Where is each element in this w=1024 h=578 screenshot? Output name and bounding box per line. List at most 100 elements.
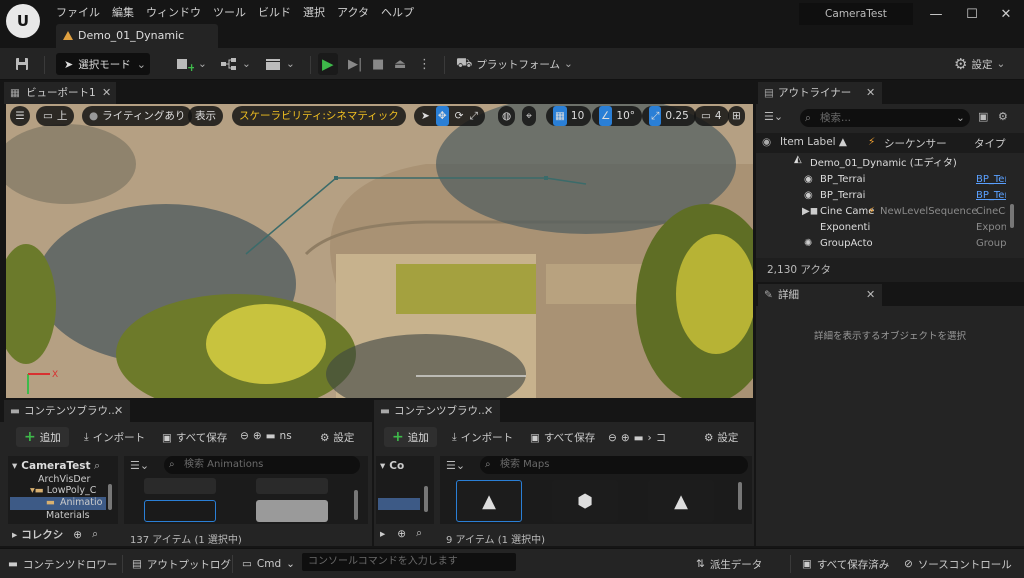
add-folder-button[interactable]: ▣ <box>978 110 988 123</box>
platforms-dropdown[interactable]: ⛟ プラットフォーム ⌄ <box>456 53 573 75</box>
save-all-button[interactable]: ▣ すべて保存 <box>530 430 595 445</box>
add-circle-icon[interactable]: ⊕ <box>397 528 406 540</box>
step-button[interactable]: ▶| <box>348 53 362 75</box>
map-tile[interactable]: ▲ <box>648 480 714 522</box>
play-options-button[interactable]: ⋮ <box>418 53 431 75</box>
view-type-button[interactable]: ▭ 上 <box>36 106 75 126</box>
source-control-button[interactable]: ⊘ ソースコントロール <box>904 555 1012 573</box>
asset-tile[interactable] <box>256 478 328 494</box>
outliner-root-row[interactable]: ◭ Demo_01_Dynamic (エディタ) <box>756 154 1006 170</box>
close-icon[interactable]: ✕ <box>866 284 875 306</box>
map-tile[interactable]: ⬢ <box>552 480 618 522</box>
tree-root[interactable]: ▾ CameraTest <box>12 460 91 472</box>
add-button[interactable]: + 追加 <box>384 427 437 447</box>
outliner-settings-button[interactable]: ⚙ <box>998 110 1008 123</box>
cb2-settings-button[interactable]: ⚙ 設定 <box>704 430 738 445</box>
row-type[interactable]: BP_Terra <box>976 174 1006 185</box>
path-tail[interactable]: コ <box>656 430 667 445</box>
outliner-tab[interactable]: ▤ アウトライナー ✕ <box>758 82 882 104</box>
level-viewport[interactable]: X <box>6 104 753 398</box>
viewport-tab[interactable]: ▦ ビューポート1 ✕ <box>4 82 116 104</box>
asset-scrollbar[interactable] <box>354 490 358 520</box>
unreal-logo-icon[interactable]: U <box>6 4 40 38</box>
search-icon[interactable]: ⌕ <box>92 528 98 541</box>
camera-speed-button[interactable]: ▭ 4 <box>694 106 729 126</box>
add-button[interactable]: + 追加 <box>16 427 69 447</box>
move-tool-icon[interactable]: ✥ <box>435 106 449 126</box>
menu-file[interactable]: ファイル <box>50 4 106 20</box>
column-item-label[interactable]: Item Label ▲ <box>780 136 847 148</box>
menu-window[interactable]: ウィンドウ <box>140 4 207 20</box>
lighting-mode-button[interactable]: ● ライティングあり <box>82 106 193 126</box>
document-tab[interactable]: Demo_01_Dynamic <box>56 24 218 48</box>
save-button[interactable] <box>14 53 30 75</box>
row-type[interactable]: BP_Terra <box>976 190 1006 201</box>
filter-dropdown[interactable]: ☰⌄ <box>764 110 783 123</box>
console-command-input[interactable]: コンソールコマンドを入力します <box>302 553 516 571</box>
column-type[interactable]: タイプ <box>974 136 1006 151</box>
tree-scrollbar[interactable] <box>108 484 112 510</box>
outliner-row[interactable]: Exponenti Expone <box>756 222 1006 238</box>
import-button[interactable]: ⤓ インポート <box>452 430 513 445</box>
close-window-button[interactable]: ✕ <box>988 4 1024 26</box>
search-icon[interactable]: ⌕ <box>94 459 100 473</box>
show-button[interactable]: 表示 <box>188 106 223 126</box>
cb1-search-input[interactable]: ⌕ 検索 Animations <box>164 456 360 474</box>
scale-tool-icon[interactable]: ⤢ <box>469 106 477 126</box>
scale-snap-button[interactable]: ⤢ 0.25 <box>642 106 696 126</box>
path-tail[interactable]: ns <box>280 430 292 442</box>
outliner-search-input[interactable]: ⌕ 検索... ⌄ <box>800 109 970 127</box>
column-sequencer[interactable]: シーケンサー <box>884 136 947 151</box>
close-icon[interactable]: ✕ <box>866 82 875 104</box>
viewport-menu-button[interactable]: ☰ <box>10 106 30 126</box>
outliner-scrollbar[interactable] <box>1010 204 1014 228</box>
save-all-button[interactable]: ▣ すべて保存 <box>162 430 227 445</box>
close-icon[interactable]: ✕ <box>484 400 493 422</box>
forward-icon[interactable]: ⊕ <box>253 430 262 442</box>
collections-header[interactable]: ▸ コレクシ ⊕ ⌕ <box>12 527 98 542</box>
asset-tile-selected[interactable] <box>144 500 216 522</box>
menu-tools[interactable]: ツール <box>207 4 252 20</box>
menu-build[interactable]: ビルド <box>252 4 297 20</box>
settings-dropdown[interactable]: ⚙ 設定 ⌄ <box>954 53 1005 75</box>
world-space-button[interactable]: ◍ <box>498 106 516 126</box>
rotation-snap-button[interactable]: ∠ 10° <box>592 106 643 126</box>
outliner-row[interactable]: ✺ GroupActo GroupA <box>756 238 1006 254</box>
chevron-right-icon[interactable]: ▸ <box>380 528 385 540</box>
add-actor-button[interactable]: + ⌄ <box>176 53 207 75</box>
select-mode-dropdown[interactable]: ➤ 選択モード ⌄ <box>56 53 150 75</box>
minimize-button[interactable]: — <box>918 4 954 26</box>
cmd-dropdown[interactable]: ▭ Cmd ⌄ <box>242 555 295 573</box>
filter-dropdown[interactable]: ☰⌄ <box>446 459 465 472</box>
asset-tile[interactable] <box>256 500 328 522</box>
cb2-search-input[interactable]: ⌕ 検索 Maps <box>480 456 748 474</box>
menu-actor[interactable]: アクタ <box>331 4 375 20</box>
save-status-button[interactable]: ▣ すべて保存済み <box>802 555 889 573</box>
menu-select[interactable]: 選択 <box>297 4 331 20</box>
menu-edit[interactable]: 編集 <box>106 4 140 20</box>
content-browser-2-tab[interactable]: ▬ コンテンツブラウ... ✕ <box>374 400 500 422</box>
derived-data-button[interactable]: ⇅ 派生データ <box>696 555 762 573</box>
visibility-icon[interactable]: ◉ <box>762 136 771 148</box>
forward-icon[interactable]: ⊕ <box>621 432 630 444</box>
outliner-row[interactable]: ◉ BP_Terrai BP_Terra <box>756 174 1006 190</box>
close-icon[interactable]: ✕ <box>102 82 111 104</box>
tree-item[interactable]: Materials <box>46 510 108 523</box>
blueprints-button[interactable]: ⌄ <box>220 53 251 75</box>
content-drawer-button[interactable]: ▬ コンテンツドロワー <box>8 555 117 573</box>
eject-button[interactable]: ⏏ <box>394 53 406 75</box>
stop-button[interactable]: ■ <box>372 53 384 75</box>
select-tool-icon[interactable]: ➤ <box>421 106 430 126</box>
layout-button[interactable]: ⊞ <box>728 106 745 126</box>
scalability-button[interactable]: スケーラビリティ:シネマティック <box>232 106 406 126</box>
tree-item-selected[interactable] <box>378 498 420 510</box>
content-browser-1-tab[interactable]: ▬ コンテンツブラウ... ✕ <box>4 400 130 422</box>
grid-snap-button[interactable]: ▦ 10 <box>546 106 592 126</box>
search-icon[interactable]: ⌕ <box>416 527 422 540</box>
cinematics-button[interactable]: ⌄ <box>264 53 295 75</box>
play-button[interactable]: ▶ <box>318 53 338 75</box>
back-icon[interactable]: ⊖ <box>240 430 249 442</box>
asset-tile[interactable] <box>144 478 216 494</box>
details-tab[interactable]: ✎ 詳細 ✕ <box>758 284 882 306</box>
tree-item-selected[interactable]: ▬ Animatio <box>10 497 106 510</box>
